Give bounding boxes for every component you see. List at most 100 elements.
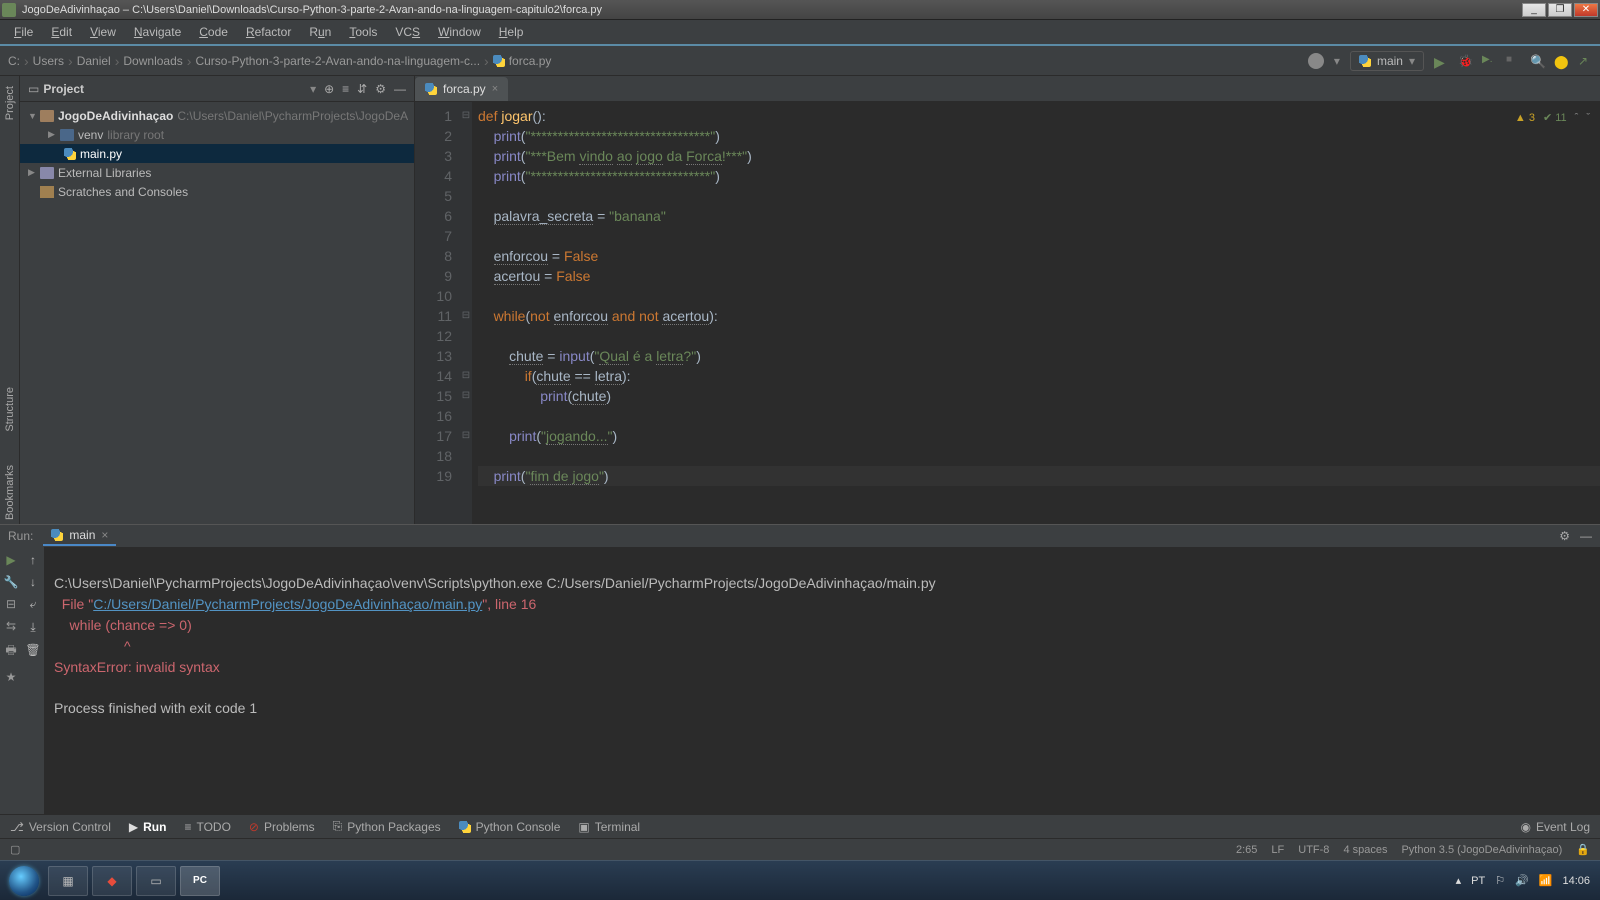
settings-icon[interactable]: ⚙ [375,82,386,96]
tree-external-libs[interactable]: ▶ External Libraries [20,163,414,182]
menu-window[interactable]: Window [430,22,489,42]
crumb-users[interactable]: Users [33,54,64,68]
close-run-tab-icon[interactable]: × [101,528,108,542]
crumb-downloads[interactable]: Downloads [123,54,182,68]
status-position[interactable]: 2:65 [1236,844,1257,856]
status-tool-icon[interactable]: ▢ [10,843,20,856]
sidetab-bookmarks[interactable]: Bookmarks [4,461,16,524]
clear-icon[interactable]: 🗑 [25,643,40,657]
run-more-icon[interactable]: ★ [6,670,17,684]
tray-flag-icon[interactable]: ⚐ [1495,874,1505,887]
tab-event-log[interactable]: ◉Event Log [1520,820,1590,834]
menu-file[interactable]: File [6,22,41,42]
sidetab-project[interactable]: Project [4,82,16,124]
editor-tab-label: forca.py [443,82,486,96]
tab-version-control[interactable]: ⎇Version Control [10,820,111,834]
python-file-icon [425,83,437,95]
run-hide-icon[interactable]: — [1580,529,1592,543]
start-button[interactable] [4,865,44,897]
tree-main-file[interactable]: main.py [20,144,414,163]
expand-icon[interactable]: ≡ [342,82,349,96]
scroll-to-end-icon[interactable]: ⤓ [30,620,35,635]
crumb-course[interactable]: Curso-Python-3-parte-2-Avan-ando-na-ling… [195,54,480,68]
menu-run[interactable]: Run [301,22,339,42]
windows-taskbar: ▦ ◆ ▭ PC ▴ PT ⚐ 🔊 📶 14:06 [0,860,1600,900]
tab-run[interactable]: ▶Run [129,820,167,834]
run-config-selector[interactable]: main ▾ [1350,51,1424,71]
fold-gutter[interactable]: ⊟⊟⊟⊟⊟ [460,102,472,524]
crumb-file[interactable]: forca.py [509,54,552,68]
tree-venv[interactable]: ▶ venv library root [20,125,414,144]
taskbar-app-3[interactable]: ▭ [136,866,176,896]
menu-help[interactable]: Help [491,22,532,42]
crumb-drive[interactable]: C: [8,54,20,68]
status-indent[interactable]: 4 spaces [1343,844,1387,856]
crumb-daniel[interactable]: Daniel [77,54,111,68]
tray-show-hidden-icon[interactable]: ▴ [1456,874,1462,887]
run-tab-main[interactable]: main × [43,526,116,546]
taskbar-app-1[interactable]: ▦ [48,866,88,896]
menu-code[interactable]: Code [191,22,236,42]
tab-python-packages[interactable]: ⎘Python Packages [333,819,441,834]
locate-icon[interactable]: ⊕ [324,82,334,96]
search-icon[interactable]: 🔍 [1530,54,1544,68]
editor-tab-forca[interactable]: forca.py × [415,77,508,101]
tab-python-console[interactable]: Python Console [459,820,561,834]
menu-edit[interactable]: Edit [43,22,80,42]
run-button[interactable]: ▶ [1434,54,1448,68]
menu-navigate[interactable]: Navigate [126,22,189,42]
run-tool-window: Run: main × ⚙ — ▶ 🔧 ⊟ ⇆ 🖶 ★ ↑ ↓ ⤶ ⤓ 🗑 C:… [0,524,1600,814]
python-icon [1359,55,1371,67]
tree-scratches[interactable]: Scratches and Consoles [20,182,414,201]
user-icon[interactable] [1308,53,1324,69]
python-file-icon [64,148,76,160]
breadcrumb: C:› Users› Daniel› Downloads› Curso-Pyth… [8,53,1308,69]
maximize-button[interactable]: ❐ [1548,3,1572,17]
tree-root[interactable]: ▼ JogoDeAdivinhaçao C:\Users\Daniel\Pych… [20,106,414,125]
python-icon [51,529,63,541]
menu-tools[interactable]: Tools [341,22,385,42]
python-file-icon [493,55,505,67]
scroll-up-icon[interactable]: ↑ [30,553,36,567]
sidetab-structure[interactable]: Structure [4,383,16,436]
status-interpreter[interactable]: Python 3.5 (JogoDeAdivinhaçao) [1401,844,1562,856]
menu-bar: File Edit View Navigate Code Refactor Ru… [0,20,1600,46]
tab-terminal[interactable]: ▣Terminal [578,820,640,834]
menu-refactor[interactable]: Refactor [238,22,299,42]
code-editor[interactable]: def jogar(): print("********************… [472,102,1600,524]
run-pin-icon[interactable]: ⇆ [6,619,16,633]
close-button[interactable]: ✕ [1574,3,1598,17]
debug-button[interactable]: 🐞 [1458,54,1472,68]
run-settings-icon[interactable]: ⚙ [1559,529,1570,543]
minimize-button[interactable]: _ [1522,3,1546,17]
tray-clock[interactable]: 14:06 [1562,875,1590,887]
coverage-button[interactable]: ▶. [1482,54,1496,68]
collapse-icon[interactable]: ⇵ [357,82,367,96]
status-line-sep[interactable]: LF [1271,844,1284,856]
error-file-link[interactable]: C:/Users/Daniel/PycharmProjects/JogoDeAd… [93,596,482,612]
taskbar-pycharm[interactable]: PC [180,866,220,896]
status-encoding[interactable]: UTF-8 [1298,844,1329,856]
tray-volume-icon[interactable]: 🔊 [1515,874,1529,887]
menu-view[interactable]: View [82,22,124,42]
softwrap-icon[interactable]: ⤶ [30,597,37,612]
ide-errors-icon[interactable]: ⬤ [1554,54,1568,68]
tray-network-icon[interactable]: 📶 [1539,874,1553,887]
updates-icon[interactable]: ↗ [1578,54,1592,68]
run-print-icon[interactable]: 🖶 [5,641,16,662]
run-console[interactable]: C:\Users\Daniel\PycharmProjects\JogoDeAd… [44,547,1600,814]
stop-button[interactable]: ■ [1506,54,1520,68]
run-tools-icon[interactable]: 🔧 [4,575,19,589]
run-layout-icon[interactable]: ⊟ [6,597,16,611]
close-tab-icon[interactable]: × [492,83,498,95]
tab-problems[interactable]: ⊘Problems [249,820,315,834]
tray-language[interactable]: PT [1471,875,1485,887]
taskbar-app-2[interactable]: ◆ [92,866,132,896]
hide-panel-icon[interactable]: — [394,82,406,96]
menu-vcs[interactable]: VCS [387,22,428,42]
rerun-icon[interactable]: ▶ [6,553,15,567]
tab-todo[interactable]: ≡TODO [184,820,230,834]
scroll-down-icon[interactable]: ↓ [30,575,36,589]
line-gutter[interactable]: 12345678910111213141516171819 [415,102,460,524]
status-lock-icon[interactable]: 🔒 [1576,843,1590,856]
